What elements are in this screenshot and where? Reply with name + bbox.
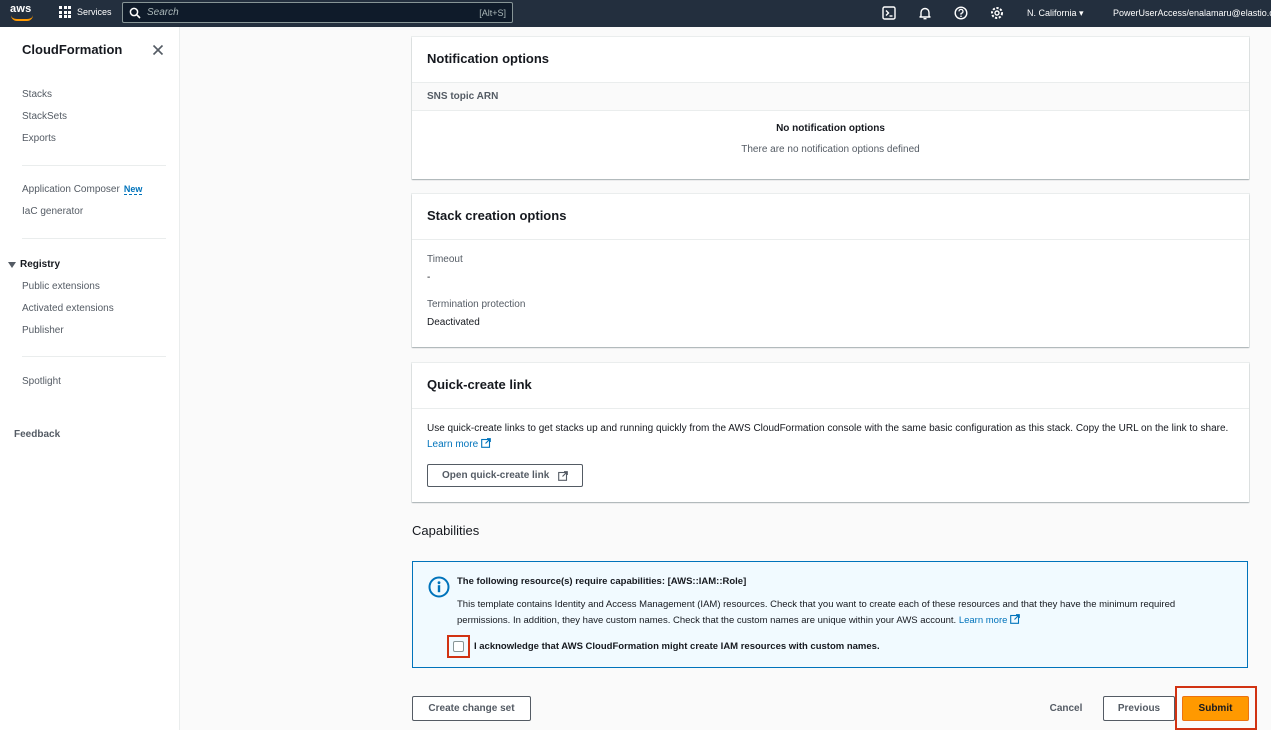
sidebar-divider: [22, 165, 166, 166]
panel-title: Stack creation options: [427, 208, 567, 223]
side-navigation: CloudFormation Stacks StackSets Exports …: [0, 27, 180, 730]
sidebar-item-public-extensions[interactable]: Public extensions: [22, 281, 100, 292]
checkbox-highlight: [447, 635, 470, 658]
caret-down-icon: [8, 261, 16, 268]
sidebar-divider: [22, 356, 166, 357]
sidebar-divider: [22, 238, 166, 239]
sidebar-item-label: Application Composer: [22, 184, 120, 195]
new-badge: New: [123, 184, 143, 195]
acknowledge-label[interactable]: I acknowledge that AWS CloudFormation mi…: [474, 641, 880, 652]
aws-logo-text: aws: [10, 3, 32, 15]
sidebar-item-stacksets[interactable]: StackSets: [22, 111, 67, 122]
services-label: Services: [77, 7, 112, 17]
notification-options-panel: Notification options SNS topic ARN No no…: [412, 37, 1249, 179]
terminal-icon[interactable]: [882, 6, 896, 20]
quick-create-text: Use quick-create links to get stacks up …: [427, 423, 1229, 434]
acknowledge-checkbox[interactable]: [453, 641, 464, 652]
learn-more-link[interactable]: Learn more: [427, 438, 491, 450]
close-icon[interactable]: [151, 43, 165, 57]
capabilities-alert: The following resource(s) require capabi…: [412, 561, 1248, 668]
timeout-value: -: [427, 272, 431, 283]
termination-protection-field: Termination protection Deactivated: [412, 299, 1249, 328]
search-input[interactable]: [147, 7, 480, 18]
sidebar-item-publisher[interactable]: Publisher: [22, 325, 64, 336]
panel-header: Quick-create link: [412, 363, 1249, 409]
alert-title: The following resource(s) require capabi…: [457, 576, 747, 587]
empty-state-title: No notification options: [776, 123, 885, 134]
stack-creation-options-panel: Stack creation options Timeout - Termina…: [412, 194, 1249, 347]
sidebar-section-label: Registry: [20, 259, 61, 270]
open-quick-create-link-button[interactable]: Open quick-create link: [427, 464, 584, 487]
sidebar-section-registry[interactable]: Registry: [8, 259, 60, 270]
acknowledge-row: I acknowledge that AWS CloudFormation mi…: [447, 635, 880, 658]
empty-state: No notification options There are no not…: [412, 111, 1249, 155]
top-navigation-bar: aws Services [Alt+S] N. California ▾ Pow…: [0, 0, 1271, 27]
sidebar-item-activated-extensions[interactable]: Activated extensions: [22, 303, 114, 314]
panel-title: Quick-create link: [427, 377, 532, 392]
panel-header: Stack creation options: [412, 194, 1249, 240]
sidebar-item-stacks[interactable]: Stacks: [22, 89, 52, 100]
capabilities-heading: Capabilities: [412, 523, 480, 538]
learn-more-label: Learn more: [427, 439, 479, 450]
quick-create-description: Use quick-create links to get stacks up …: [412, 409, 1249, 499]
column-header-sns-topic-arn: SNS topic ARN: [412, 83, 1249, 111]
sidebar-feedback-link[interactable]: Feedback: [14, 429, 60, 440]
search-bar[interactable]: [Alt+S]: [122, 2, 513, 23]
termination-protection-label: Termination protection: [427, 299, 526, 310]
main-content: Notification options SNS topic ARN No no…: [181, 27, 1271, 730]
aws-logo[interactable]: aws: [10, 3, 40, 23]
create-change-set-button[interactable]: Create change set: [412, 696, 531, 721]
previous-button[interactable]: Previous: [1103, 696, 1175, 721]
submit-button[interactable]: Submit: [1182, 696, 1249, 721]
alert-text: This template contains Identity and Acce…: [457, 599, 1176, 626]
quick-create-link-panel: Quick-create link Use quick-create links…: [412, 363, 1249, 502]
info-icon: [428, 576, 450, 598]
search-shortcut-hint: [Alt+S]: [479, 7, 506, 18]
gear-icon[interactable]: [990, 6, 1004, 20]
services-menu-button[interactable]: Services: [59, 6, 112, 18]
search-icon: [129, 7, 141, 19]
aws-smile-icon: [11, 15, 33, 21]
cancel-button[interactable]: Cancel: [1042, 696, 1090, 721]
grid-icon: [59, 6, 71, 18]
help-icon[interactable]: [954, 6, 968, 20]
region-label: N. California: [1027, 8, 1077, 18]
alert-description: This template contains Identity and Acce…: [457, 597, 1227, 629]
sidebar-item-exports[interactable]: Exports: [22, 133, 56, 144]
external-link-icon: [481, 438, 491, 448]
timeout-label: Timeout: [427, 254, 463, 265]
sidebar-item-application-composer[interactable]: Application Composer New: [22, 184, 143, 195]
account-label: PowerUserAccess/enalamaru@elastio.c: [1113, 8, 1271, 18]
account-menu[interactable]: PowerUserAccess/enalamaru@elastio.c: [1113, 8, 1271, 18]
sidebar-item-iac-generator[interactable]: IaC generator: [22, 206, 83, 217]
button-label: Open quick-create link: [442, 470, 550, 481]
bell-icon[interactable]: [918, 6, 932, 20]
sidebar-item-spotlight[interactable]: Spotlight: [22, 376, 61, 387]
panel-title: Notification options: [427, 51, 550, 66]
external-link-icon: [1010, 614, 1021, 624]
region-selector[interactable]: N. California ▾: [1027, 8, 1084, 19]
timeout-field: Timeout -: [412, 254, 1249, 283]
learn-more-link[interactable]: Learn more: [958, 614, 1021, 626]
learn-more-label: Learn more: [958, 615, 1008, 626]
termination-protection-value: Deactivated: [427, 317, 480, 328]
empty-state-description: There are no notification options define…: [741, 144, 920, 155]
sidebar-title[interactable]: CloudFormation: [22, 42, 122, 57]
panel-header: Notification options: [412, 37, 1249, 83]
external-link-icon: [558, 470, 569, 481]
